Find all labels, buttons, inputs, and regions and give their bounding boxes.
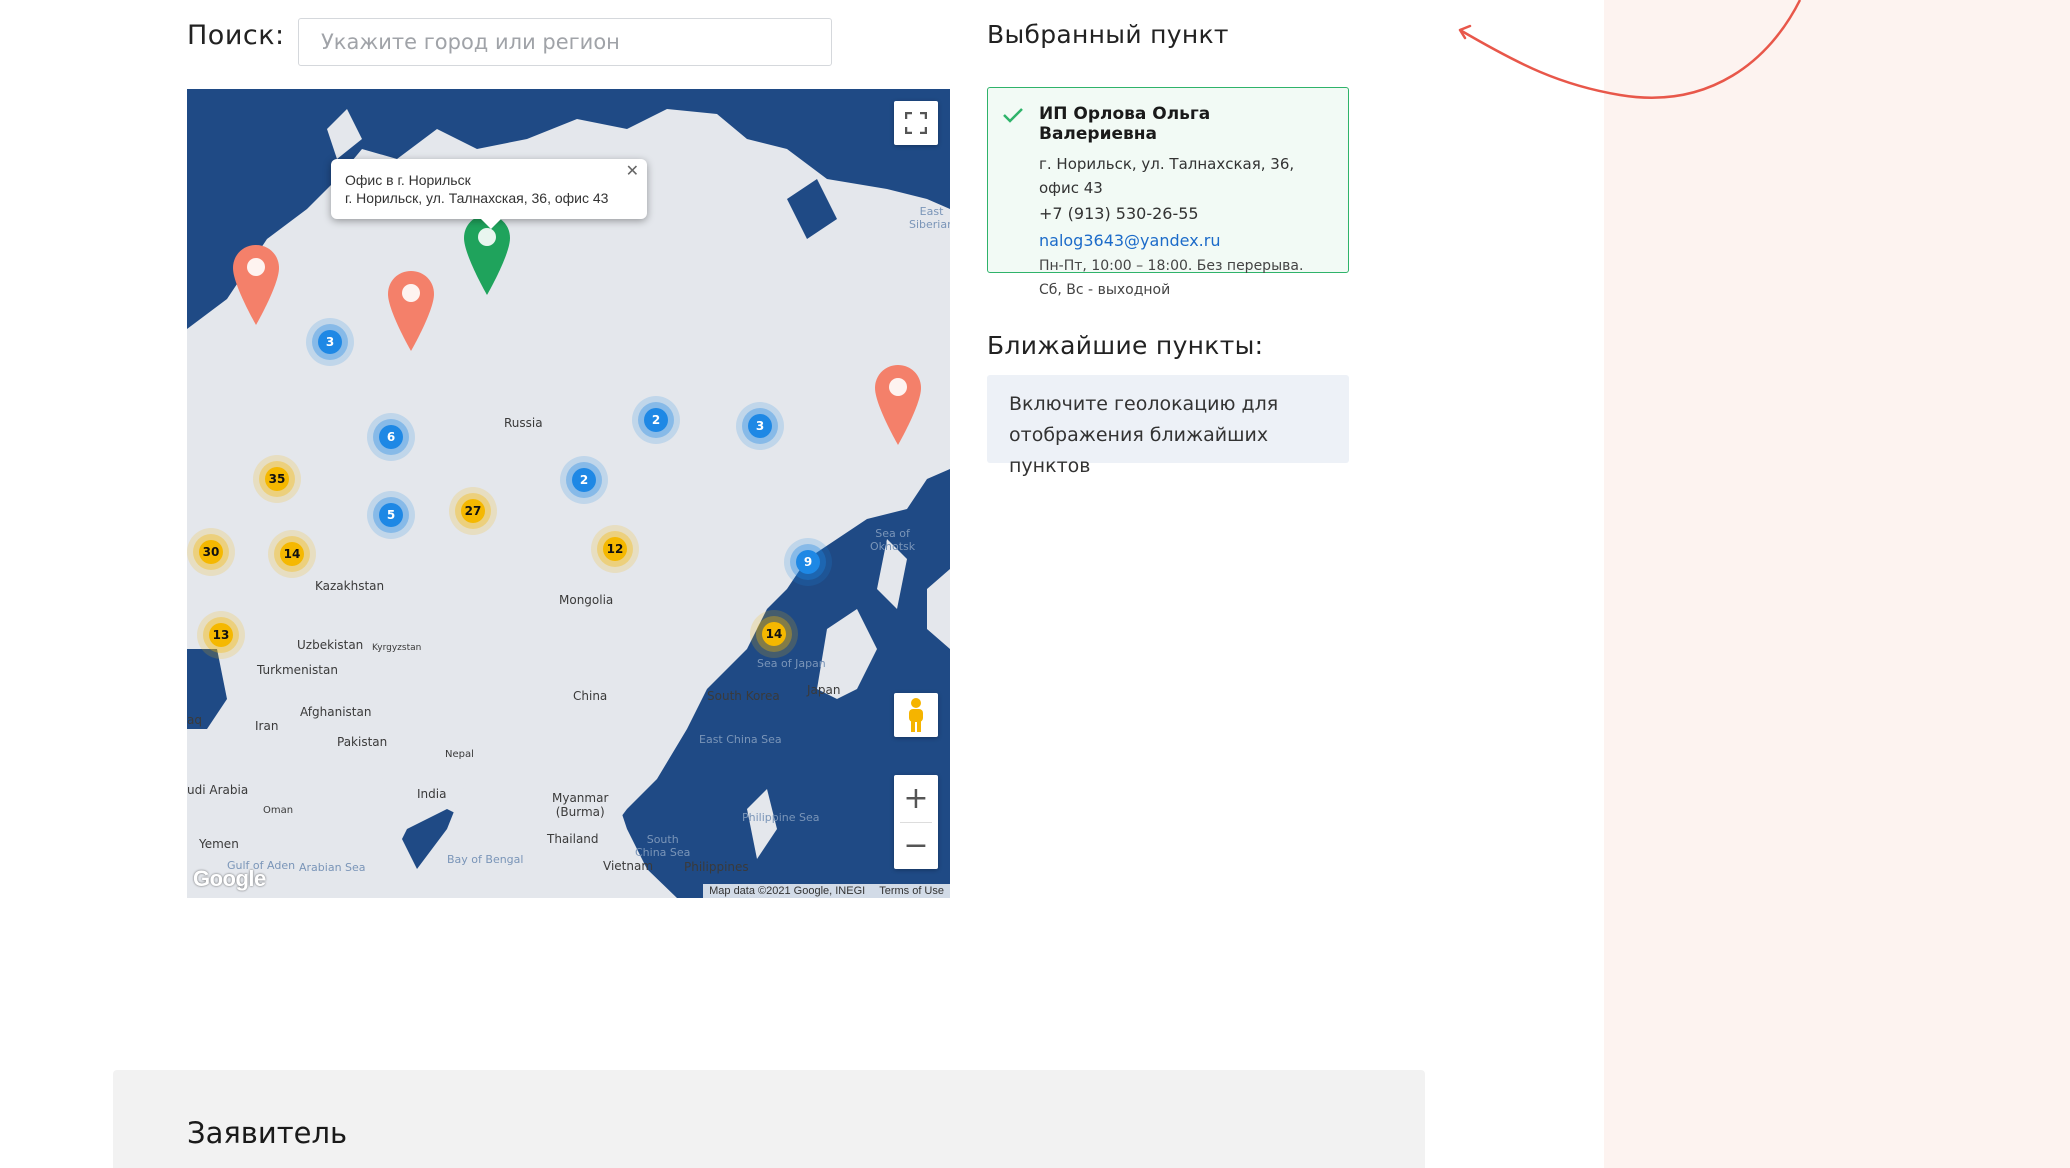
map-label-pakistan: Pakistan — [337, 735, 388, 749]
cluster-marker[interactable]: 9 — [796, 550, 820, 574]
zoom-controls: + − — [894, 775, 938, 869]
cluster-marker[interactable]: 14 — [762, 622, 786, 646]
cluster-marker[interactable]: 2 — [644, 408, 668, 432]
map-label-vietnam: Vietnam — [603, 859, 654, 873]
map-attribution: Map data ©2021 Google, INEGI Terms of Us… — [703, 884, 950, 898]
map-label-bay-of-bengal: Bay of Bengal — [447, 853, 524, 866]
cluster-marker[interactable]: 30 — [199, 540, 223, 564]
map-label-thailand: Thailand — [547, 832, 599, 846]
map-label-sea-japan: Sea of Japan — [757, 657, 826, 670]
right-background-panel — [1604, 0, 2070, 1168]
selected-point-card: ИП Орлова Ольга Валериевна г. Норильск, … — [987, 87, 1349, 298]
map-label-kazakhstan: Kazakhstan — [315, 579, 385, 593]
info-window-address: г. Норильск, ул. Талнахская, 36, офис 43 — [345, 190, 609, 206]
map-label-japan: Japan — [807, 683, 841, 697]
location-pin-icon[interactable] — [233, 245, 279, 325]
office-hours: Пн-Пт, 10:00 – 18:00. Без перерыва. Сб, … — [1039, 258, 1304, 298]
map-label-south-korea: South Korea — [707, 689, 780, 703]
office-phone: +7 (913) 530-26-55 — [1039, 204, 1199, 223]
terms-of-use-link[interactable]: Terms of Use — [879, 885, 944, 897]
map-label-east-china-sea: East China Sea — [699, 733, 782, 746]
map-label-india: India — [417, 787, 447, 801]
map-label-east-siberian: East Siberian — [909, 205, 950, 231]
map-label-sea-okhotsk: Sea of Okhotsk — [870, 527, 916, 553]
zoom-in-button[interactable]: + — [894, 776, 938, 822]
applicant-title: Заявитель — [187, 1116, 348, 1150]
street-view-button[interactable] — [894, 693, 938, 737]
map-label-russia: Russia — [504, 416, 543, 430]
cluster-marker[interactable]: 27 — [461, 499, 485, 523]
selected-point-title: Выбранный пункт — [987, 20, 1229, 49]
decorative-arrow-curve — [1458, 0, 1802, 99]
cluster-marker[interactable]: 3 — [318, 330, 342, 354]
map-label-china: China — [573, 689, 608, 703]
map-label-arabian-sea: Arabian Sea — [299, 861, 366, 874]
office-name: ИП Орлова Ольга Валериевна — [1039, 104, 1211, 144]
map-label-nepal: Nepal — [445, 749, 474, 760]
zoom-out-button[interactable]: − — [894, 823, 938, 869]
map-label-uzbekistan: Uzbekistan — [297, 638, 364, 652]
close-icon[interactable]: ✕ — [626, 163, 639, 181]
map-data-credit: Map data ©2021 Google, INEGI — [709, 885, 866, 897]
google-logo: Google — [193, 866, 266, 891]
cluster-marker[interactable]: 12 — [603, 537, 627, 561]
map-label-turkmenistan: Turkmenistan — [257, 663, 338, 677]
map-label-iran: Iran — [255, 719, 279, 733]
applicant-section: Заявитель — [113, 1070, 1425, 1168]
map-label-philippine-sea: Philippine Sea — [742, 811, 820, 824]
cluster-marker[interactable]: 6 — [379, 425, 403, 449]
location-pin-icon[interactable] — [388, 271, 434, 351]
map-label-south-china-sea: South China Sea — [635, 833, 691, 859]
map-label-mongolia: Mongolia — [559, 593, 614, 607]
cluster-marker[interactable]: 2 — [572, 468, 596, 492]
map-label-kyrgyzstan: Kyrgyzstan — [372, 643, 422, 653]
location-pin-icon[interactable] — [875, 365, 921, 445]
map-label-yemen: Yemen — [199, 837, 239, 851]
map-info-window: ✕ Офис в г. Норильск г. Норильск, ул. Та… — [331, 159, 647, 229]
map-label-myanmar: Myanmar (Burma) — [552, 791, 609, 819]
search-label: Поиск: — [187, 20, 285, 51]
cluster-marker[interactable]: 5 — [379, 503, 403, 527]
map-label-oman: Oman — [263, 805, 294, 816]
cluster-marker[interactable]: 14 — [280, 542, 304, 566]
cluster-marker[interactable]: 35 — [265, 467, 289, 491]
pegman-icon — [909, 698, 923, 732]
info-window-title: Офис в г. Норильск — [345, 172, 471, 188]
map-view[interactable]: Russia Kazakhstan Mongolia Uzbekistan Ky… — [187, 89, 950, 898]
geolocation-message: Включите геолокацию для отображения ближ… — [987, 375, 1349, 477]
map-label-saudi-arabia: udi Arabia — [187, 783, 249, 797]
fullscreen-icon — [905, 112, 927, 134]
map-label-iraq: aq — [187, 713, 202, 727]
map-label-philippines: Philippines — [684, 860, 749, 874]
nearby-points-title: Ближайшие пункты: — [987, 331, 1264, 360]
office-address: г. Норильск, ул. Талнахская, 36, офис 43 — [1039, 155, 1295, 197]
check-icon — [1003, 108, 1023, 123]
office-email-link[interactable]: nalog3643@yandex.ru — [1039, 227, 1330, 254]
search-input[interactable] — [298, 18, 832, 66]
cluster-marker[interactable]: 3 — [748, 414, 772, 438]
fullscreen-button[interactable] — [894, 101, 938, 145]
cluster-marker[interactable]: 13 — [209, 623, 233, 647]
map-label-afghanistan: Afghanistan — [300, 705, 372, 719]
